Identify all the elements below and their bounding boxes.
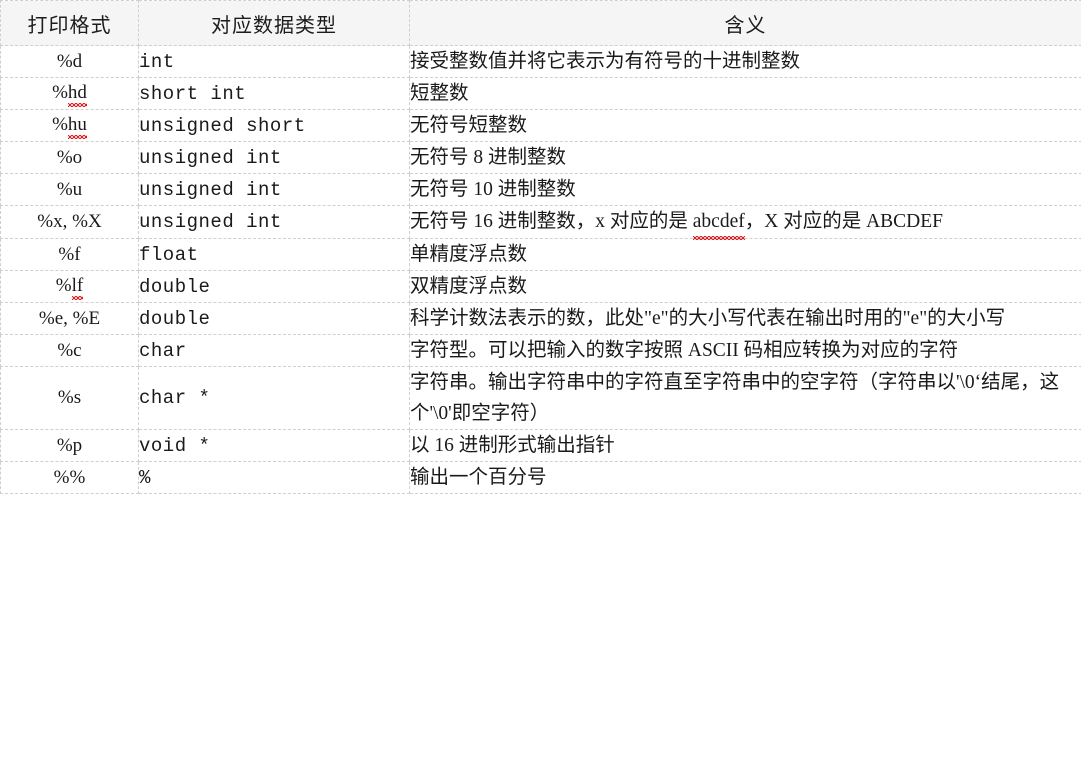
cell-format-specifier: %hu (0, 109, 139, 142)
cell-data-type: unsigned short (138, 109, 410, 142)
table-row: %x, %X unsigned int 无符号 16 进制整数，x 对应的是 abc… (0, 205, 1081, 240)
table-row: %hd short int 短整数 (0, 77, 1081, 110)
table-body: %d int 接受整数值并将它表示为有符号的十进制整数 %hd short int 短整数… (0, 45, 1081, 494)
column-header-format: 打印格式 (0, 0, 139, 46)
format-prefix: % (52, 114, 68, 135)
cell-format-specifier: %hd (0, 77, 139, 110)
cell-meaning: 科学计数法表示的数，此处"e"的大小写代表在输出时用的"e"的大小写 (409, 302, 1081, 335)
table-row: %c char 字符型。可以把输入的数字按照 ASCII 码相应转换为对应的字符 (0, 334, 1081, 367)
table-row: %%% 输出一个百分号 (0, 461, 1081, 494)
cell-data-type: float (138, 238, 410, 271)
cell-format-specifier: %s (0, 366, 139, 430)
cell-meaning: 字符型。可以把输入的数字按照 ASCII 码相应转换为对应的字符 (409, 334, 1081, 367)
spellcheck-underline-text: lf (71, 275, 84, 300)
cell-data-type: char (138, 334, 410, 367)
table-row: %e, %E double 科学计数法表示的数，此处"e"的大小写代表在输出时用的"… (0, 302, 1081, 335)
table-header: 打印格式 对应数据类型 含义 (0, 0, 1081, 46)
format-prefix: % (52, 82, 68, 103)
cell-format-specifier: %% (0, 461, 139, 494)
cell-format-specifier: %e, %E (0, 302, 139, 335)
column-header-meaning: 含义 (409, 0, 1081, 46)
cell-data-type: char * (138, 366, 410, 430)
meaning-text-part: 无符号 16 进制整数，x 对应的是 (410, 211, 693, 232)
cell-meaning: 无符号 8 进制整数 (409, 141, 1081, 174)
cell-meaning: 无符号短整数 (409, 109, 1081, 142)
cell-meaning: 以 16 进制形式输出指针 (409, 429, 1081, 462)
table-row: %lf double 双精度浮点数 (0, 270, 1081, 303)
cell-format-specifier: %lf (0, 270, 139, 303)
cell-meaning: 双精度浮点数 (409, 270, 1081, 303)
table-header-row: 打印格式 对应数据类型 含义 (0, 0, 1081, 46)
cell-format-specifier: %p (0, 429, 139, 462)
cell-data-type: unsigned int (138, 141, 410, 174)
cell-data-type: unsigned int (138, 205, 410, 239)
table-row: %hu unsigned short 无符号短整数 (0, 109, 1081, 142)
format-prefix: % (55, 275, 72, 296)
meaning-text-part: ，X 对应的是 ABCDEF (744, 211, 944, 232)
column-header-datatype: 对应数据类型 (138, 0, 410, 46)
spellcheck-underline-text: hd (67, 82, 87, 107)
cell-meaning: 单精度浮点数 (409, 238, 1081, 271)
table-row: %p void * 以 16 进制形式输出指针 (0, 429, 1081, 462)
cell-format-specifier: %o (0, 141, 139, 174)
cell-meaning: 接受整数值并将它表示为有符号的十进制整数 (409, 45, 1081, 78)
cell-format-specifier: %x, %X (0, 205, 139, 239)
cell-format-specifier: %d (0, 45, 139, 78)
spellcheck-underline-text: hu (67, 114, 87, 139)
cell-data-type: % (138, 461, 410, 494)
cell-data-type: double (138, 270, 410, 303)
cell-format-specifier: %f (0, 238, 139, 271)
table-row: %f float 单精度浮点数 (0, 238, 1081, 271)
cell-meaning: 短整数 (409, 77, 1081, 110)
table-row: %o unsigned int 无符号 8 进制整数 (0, 141, 1081, 174)
printf-format-table-container: 打印格式 对应数据类型 含义 %d int 接受整数值并将它表示为有符号的十进制整数… (0, 0, 1081, 494)
cell-format-specifier: %u (0, 173, 139, 206)
cell-data-type: short int (138, 77, 410, 110)
cell-format-specifier: %c (0, 334, 139, 367)
cell-data-type: int (138, 45, 410, 78)
cell-meaning: 字符串。输出字符串中的字符直至字符串中的空字符（字符串以'\0‘结尾，这个'\0… (409, 366, 1081, 430)
cell-data-type: unsigned int (138, 173, 410, 206)
table-row: %d int 接受整数值并将它表示为有符号的十进制整数 (0, 45, 1081, 78)
cell-data-type: double (138, 302, 410, 335)
cell-meaning: 无符号 16 进制整数，x 对应的是 abcdef，X 对应的是 ABCDEF (409, 205, 1081, 240)
printf-format-table: 打印格式 对应数据类型 含义 %d int 接受整数值并将它表示为有符号的十进制整数… (0, 0, 1081, 494)
table-row: %s char * 字符串。输出字符串中的字符直至字符串中的空字符（字符串以'\0‘… (0, 366, 1081, 430)
cell-meaning: 无符号 10 进制整数 (409, 173, 1081, 206)
spellcheck-underline-text: abcdef (692, 206, 745, 240)
table-row: %u unsigned int 无符号 10 进制整数 (0, 173, 1081, 206)
cell-data-type: void * (138, 429, 410, 462)
cell-meaning: 输出一个百分号 (409, 461, 1081, 494)
